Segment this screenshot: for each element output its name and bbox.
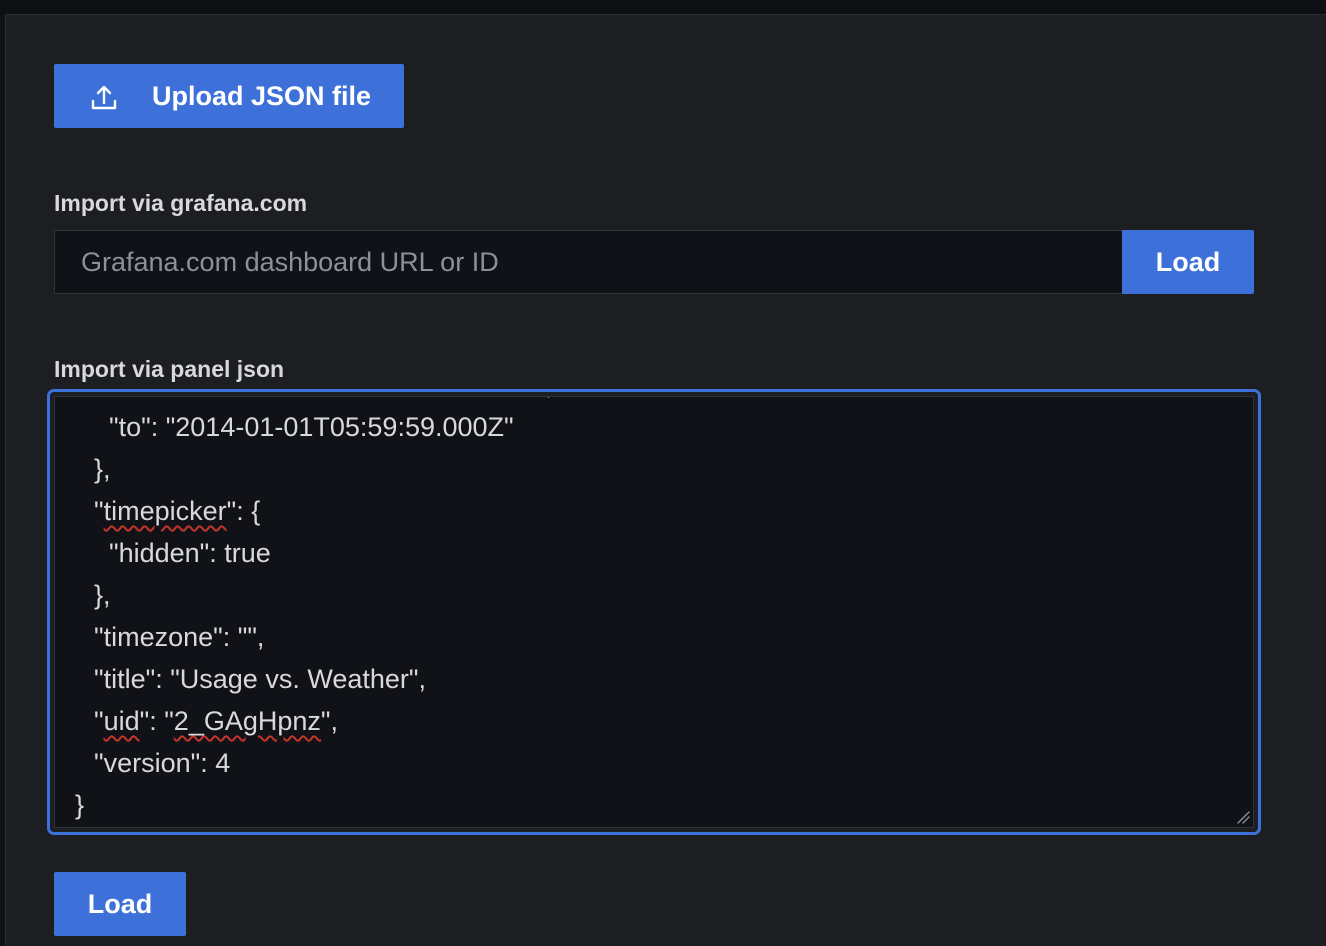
grafana-com-load-button[interactable]: Load: [1122, 230, 1254, 294]
spellcheck-uid-value: 2_GAgHpnz: [173, 706, 321, 736]
json-lines: "from": "2013-01-01T06:00:00.000Z", "to"…: [55, 397, 553, 826]
json-line: "to": "2014-01-01T05:59:59.000Z": [79, 412, 514, 442]
json-line: "title": "Usage vs. Weather",: [79, 664, 426, 694]
spellcheck-timepicker: timepicker: [103, 496, 227, 526]
json-line: "uid": "2_GAgHpnz",: [79, 706, 338, 736]
upload-json-button[interactable]: Upload JSON file: [54, 64, 404, 128]
json-line: "timezone": "",: [79, 622, 265, 652]
grafana-com-label: Import via grafana.com: [54, 190, 308, 216]
json-line: "from": "2013-01-01T06:00:00.000Z",: [55, 397, 553, 406]
json-line: "hidden": true: [79, 538, 271, 568]
panel-json-load-button[interactable]: Load: [54, 872, 186, 936]
json-line: },: [79, 580, 111, 610]
resize-grip-icon[interactable]: [1236, 810, 1250, 824]
json-line: },: [79, 454, 111, 484]
panel-json-textarea[interactable]: "from": "2013-01-01T06:00:00.000Z", "to"…: [54, 396, 1254, 828]
spellcheck-uid: uid: [103, 706, 140, 736]
upload-icon: [91, 85, 117, 110]
upload-json-label: Upload JSON file: [152, 81, 372, 111]
grafana-com-url-input[interactable]: [54, 230, 1122, 294]
top-strip: [0, 0, 1326, 14]
panel-json-label: Import via panel json: [54, 356, 285, 382]
json-line: "timepicker": {: [79, 496, 261, 526]
json-line: "version": 4: [79, 748, 231, 778]
json-line: }: [75, 790, 85, 820]
panel-json-focus-ring: "from": "2013-01-01T06:00:00.000Z", "to"…: [47, 389, 1261, 835]
